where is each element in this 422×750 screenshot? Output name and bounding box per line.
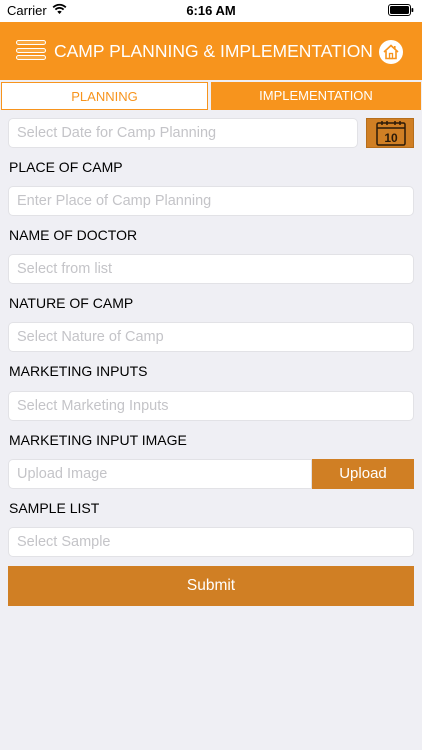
tab-implementation[interactable]: IMPLEMENTATION (211, 82, 421, 110)
status-bar: Carrier 6:16 AM (0, 0, 422, 22)
sample-label: SAMPLE LIST (9, 500, 100, 516)
doctor-select[interactable] (8, 254, 414, 284)
image-field[interactable] (8, 459, 312, 489)
submit-button[interactable]: Submit (8, 566, 414, 606)
tab-bar: PLANNING IMPLEMENTATION (0, 82, 422, 110)
calendar-icon-glyph: 10 (376, 121, 406, 146)
tab-planning[interactable]: PLANNING (1, 82, 208, 110)
home-icon[interactable] (378, 39, 404, 65)
doctor-label: NAME OF DOCTOR (9, 227, 138, 243)
nature-label: NATURE OF CAMP (9, 295, 134, 311)
calendar-icon[interactable]: 10 (366, 118, 414, 148)
app-header: CAMP PLANNING & IMPLEMENTATION (0, 22, 422, 80)
sample-select[interactable] (8, 527, 414, 557)
marketing-select[interactable] (8, 391, 414, 421)
place-label: PLACE OF CAMP (9, 159, 123, 175)
menu-icon[interactable] (16, 40, 46, 64)
page-title: CAMP PLANNING & IMPLEMENTATION (54, 41, 373, 61)
place-field[interactable] (8, 186, 414, 216)
upload-button[interactable]: Upload (312, 459, 414, 489)
battery-icon (388, 4, 414, 16)
nature-select[interactable] (8, 322, 414, 352)
camp-date-field[interactable] (8, 118, 358, 148)
marketing-label: MARKETING INPUTS (9, 363, 148, 379)
image-label: MARKETING INPUT IMAGE (9, 432, 187, 448)
calendar-day: 10 (384, 131, 398, 145)
status-time: 6:16 AM (186, 3, 236, 18)
